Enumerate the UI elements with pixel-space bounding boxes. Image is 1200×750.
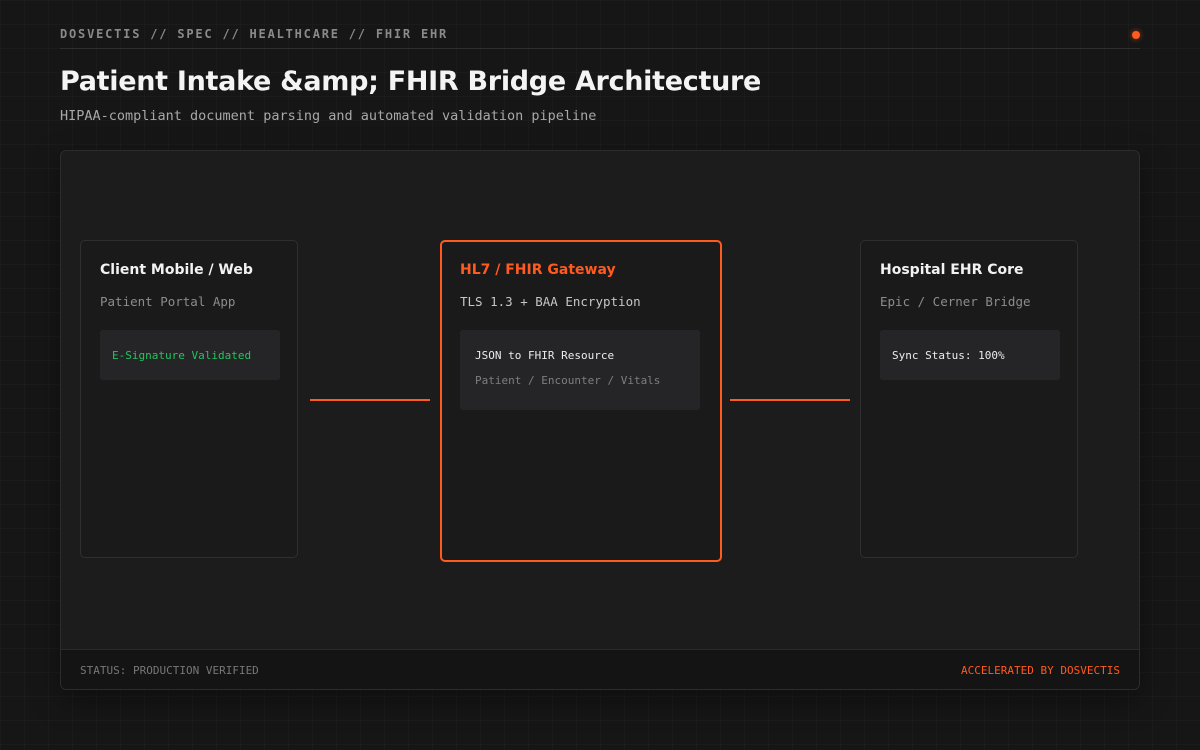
node-subtitle: Patient Portal App xyxy=(100,294,236,309)
node-subtitle: TLS 1.3 + BAA Encryption xyxy=(460,294,641,309)
status-dot-icon xyxy=(1132,31,1140,39)
node-detail-box: JSON to FHIR Resource Patient / Encounte… xyxy=(460,330,700,410)
credit-label: ACCELERATED BY DOSVECTIS xyxy=(961,664,1120,677)
page: DOSVECTIS // SPEC // HEALTHCARE // FHIR … xyxy=(0,0,1200,750)
top-bar: DOSVECTIS // SPEC // HEALTHCARE // FHIR … xyxy=(60,0,1140,49)
page-title: Patient Intake &amp; FHIR Bridge Archite… xyxy=(60,66,762,97)
sync-status: Sync Status: 100% xyxy=(892,349,1005,362)
node-detail-box: Sync Status: 100% xyxy=(880,330,1060,380)
production-status: STATUS: PRODUCTION VERIFIED xyxy=(80,664,259,677)
page-subtitle: HIPAA-compliant document parsing and aut… xyxy=(60,108,597,124)
node-title: HL7 / FHIR Gateway xyxy=(460,262,616,278)
resource-types: Patient / Encounter / Vitals xyxy=(475,374,661,387)
breadcrumb: DOSVECTIS // SPEC // HEALTHCARE // FHIR … xyxy=(60,27,449,41)
node-ehr-core[interactable]: Hospital EHR Core Epic / Cerner Bridge S… xyxy=(860,240,1078,558)
connector-gateway-ehr xyxy=(730,399,850,401)
node-title: Hospital EHR Core xyxy=(880,262,1024,278)
node-subtitle: Epic / Cerner Bridge xyxy=(880,294,1031,309)
diagram-canvas: Client Mobile / Web Patient Portal App E… xyxy=(60,150,1140,690)
transform-label: JSON to FHIR Resource xyxy=(475,349,615,362)
connector-client-gateway xyxy=(310,399,430,401)
status-footer: STATUS: PRODUCTION VERIFIED ACCELERATED … xyxy=(61,649,1139,689)
node-detail-box: E-Signature Validated xyxy=(100,330,280,380)
node-client[interactable]: Client Mobile / Web Patient Portal App E… xyxy=(80,240,298,558)
validation-status: E-Signature Validated xyxy=(112,349,252,362)
node-gateway[interactable]: HL7 / FHIR Gateway TLS 1.3 + BAA Encrypt… xyxy=(440,240,722,562)
node-title: Client Mobile / Web xyxy=(100,262,253,278)
